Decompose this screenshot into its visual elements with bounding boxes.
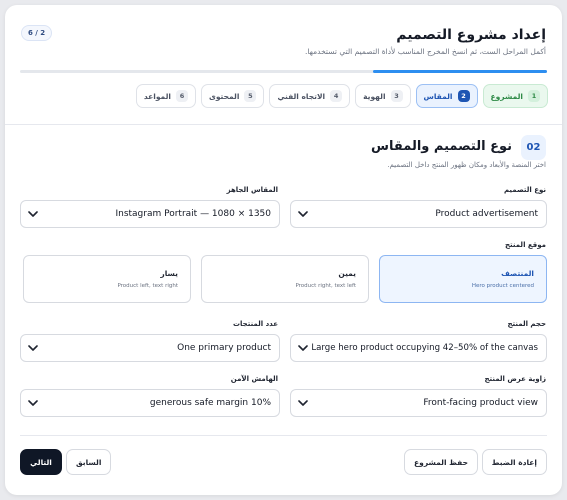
- view-angle-label: زاوية عرض المنتج: [484, 375, 546, 383]
- position-option-right[interactable]: يمين Product right, text left: [201, 255, 369, 303]
- chevron-down-icon: [27, 342, 39, 354]
- chevron-down-icon: [297, 342, 309, 354]
- section-number-badge: 02: [521, 135, 546, 160]
- save-project-button[interactable]: حفظ المشروع: [404, 449, 478, 475]
- page-subtitle: أكمل المراحل الست، ثم انسخ المخرج المناس…: [304, 47, 546, 56]
- position-option-center[interactable]: المنتصف Hero product centered: [379, 255, 547, 303]
- previous-button[interactable]: السابق: [66, 449, 112, 475]
- step-counter-badge: 6 / 2: [21, 25, 53, 41]
- option-title: يمين: [338, 269, 356, 278]
- setup-card: إعداد مشروع التصميم أكمل المراحل الست، ث…: [5, 5, 562, 495]
- footer-divider: [20, 435, 547, 436]
- view-angle-value: Front-facing product view: [423, 398, 538, 408]
- design-type-label: نوع التصميم: [503, 186, 546, 194]
- product-size-select[interactable]: Large hero product occupying 42–50% of t…: [290, 334, 547, 362]
- tab-label: المشروع: [490, 91, 524, 101]
- chevron-down-icon: [27, 208, 39, 220]
- progress-bar: [20, 70, 547, 73]
- ready-size-select[interactable]: Instagram Portrait — 1080 × 1350: [20, 200, 280, 228]
- product-position-label: موقع المنتج: [504, 241, 546, 249]
- reset-button[interactable]: إعادة الضبط: [481, 449, 547, 475]
- tab-label: المحتوى: [208, 91, 240, 101]
- page-title: إعداد مشروع التصميم: [396, 27, 546, 43]
- option-description: Product left, text right: [117, 283, 178, 289]
- chevron-down-icon: [297, 397, 309, 409]
- tab-label: المقاس: [423, 91, 453, 101]
- product-size-value: Large hero product occupying 42–50% of t…: [311, 343, 538, 353]
- chevron-down-icon: [297, 208, 309, 220]
- chevron-down-icon: [27, 397, 39, 409]
- product-count-value: One primary product: [177, 343, 271, 353]
- tab-size[interactable]: 2 المقاس: [415, 84, 478, 108]
- tab-number: 1: [528, 90, 540, 102]
- tab-number: 4: [330, 90, 343, 102]
- tab-number: 5: [244, 90, 257, 102]
- position-option-left[interactable]: يسار Product left, text right: [23, 255, 191, 303]
- section-subtitle: اختر المنصة والأبعاد ومكان ظهور المنتج د…: [387, 161, 546, 169]
- safe-margin-value: generous safe margin 10%: [149, 398, 271, 408]
- safe-margin-select[interactable]: generous safe margin 10%: [20, 389, 280, 417]
- view-angle-select[interactable]: Front-facing product view: [290, 389, 547, 417]
- tab-number: 3: [390, 90, 403, 102]
- option-description: Product right, text left: [295, 283, 356, 289]
- tab-deadlines[interactable]: 6 المواعد: [135, 84, 196, 108]
- option-title: المنتصف: [501, 269, 534, 278]
- tab-number: 2: [457, 90, 470, 102]
- header: إعداد مشروع التصميم أكمل المراحل الست، ث…: [5, 5, 562, 125]
- design-type-value: Product advertisement: [435, 209, 538, 219]
- option-title: يسار: [160, 269, 178, 278]
- tab-label: الهوية: [363, 91, 386, 101]
- next-button[interactable]: التالي: [20, 449, 62, 475]
- tab-label: الاتجاه الفني: [277, 91, 326, 101]
- tab-content[interactable]: 5 المحتوى: [200, 84, 265, 108]
- design-type-select[interactable]: Product advertisement: [290, 200, 547, 228]
- section-title: نوع التصميم والمقاس: [371, 139, 512, 154]
- tab-number: 6: [175, 90, 188, 102]
- product-count-select[interactable]: One primary product: [20, 334, 280, 362]
- tab-project[interactable]: 1 المشروع: [482, 84, 548, 108]
- option-description: Hero product centered: [471, 283, 534, 289]
- tab-art-direction[interactable]: 4 الاتجاه الفني: [269, 84, 351, 108]
- tab-identity[interactable]: 3 الهوية: [355, 84, 411, 108]
- ready-size-label: المقاس الجاهز: [226, 186, 278, 194]
- progress-fill: [373, 70, 547, 73]
- product-count-label: عدد المنتجات: [233, 320, 278, 328]
- tab-label: المواعد: [143, 91, 171, 101]
- ready-size-value: Instagram Portrait — 1080 × 1350: [115, 209, 271, 219]
- safe-margin-label: الهامش الآمن: [230, 375, 278, 383]
- product-size-label: حجم المنتج: [507, 320, 547, 328]
- step-tabs: 1 المشروع 2 المقاس 3 الهوية 4 الاتجاه ال…: [135, 84, 548, 108]
